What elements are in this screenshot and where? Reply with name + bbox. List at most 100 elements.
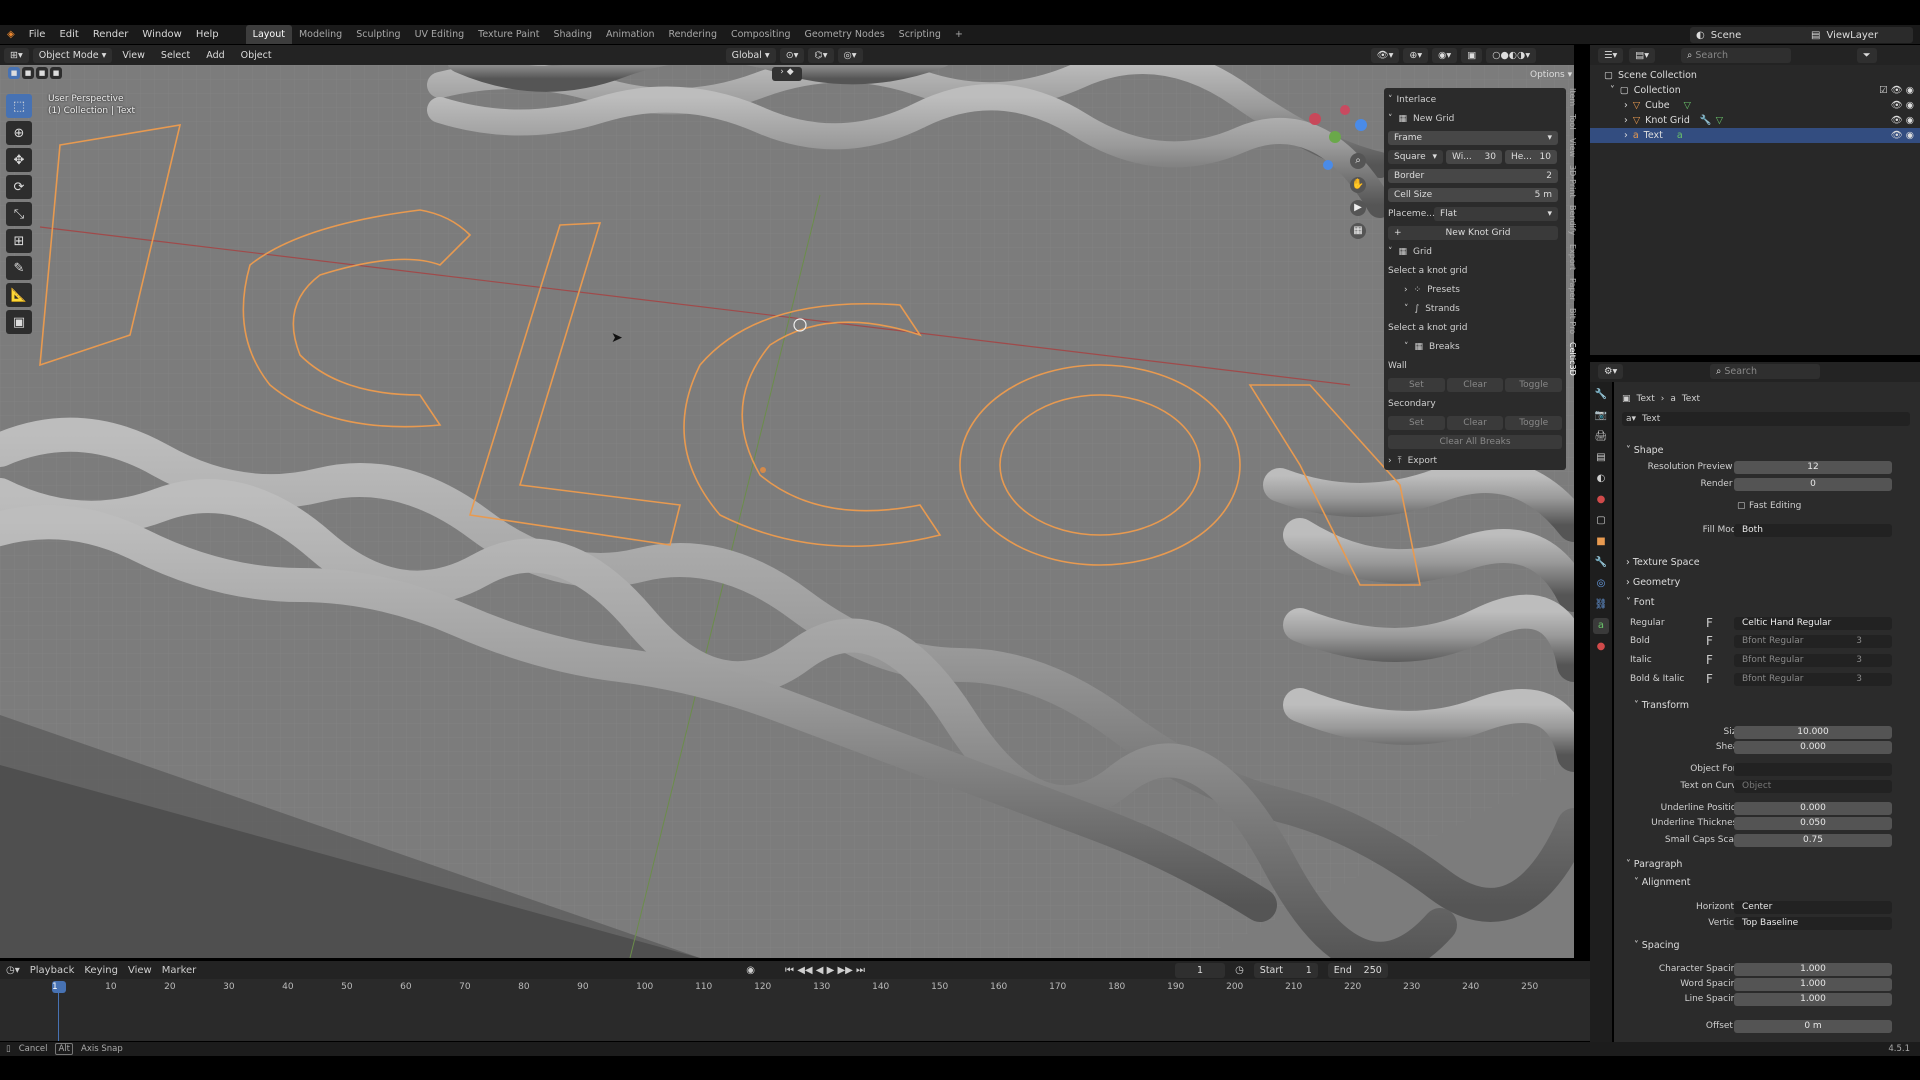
tab-scripting[interactable]: Scripting: [892, 25, 948, 44]
sidebar-tab-bendify[interactable]: Bendify: [1568, 205, 1577, 235]
stopwatch-icon[interactable]: ◷: [1235, 965, 1244, 976]
bold-font-field[interactable]: Bfont Regular 3: [1734, 634, 1892, 648]
proportional-edit-icon[interactable]: ◎▾: [837, 47, 863, 63]
text-visibility-icons[interactable]: 👁 ◉: [1891, 130, 1914, 141]
menu-view[interactable]: View: [116, 48, 151, 63]
sidebar-tab-export[interactable]: Export: [1568, 244, 1577, 270]
menu-marker[interactable]: Marker: [162, 965, 197, 976]
outliner-item-cube[interactable]: › ▽ Cube ▽ 👁 ◉: [1590, 98, 1920, 113]
italic-font-field[interactable]: Bfont Regular 3: [1734, 653, 1892, 667]
add-workspace-icon[interactable]: +: [948, 25, 970, 44]
tab-animation[interactable]: Animation: [599, 25, 661, 44]
shape-dropdown[interactable]: Square ▾: [1388, 150, 1443, 164]
cursor-icon[interactable]: ⊕: [6, 121, 32, 145]
properties-search[interactable]: ⌕ Search: [1710, 364, 1820, 379]
width-field[interactable]: Wi... 30: [1446, 150, 1502, 164]
section-shape[interactable]: ˅ Shape: [1626, 445, 1664, 456]
tab-shading[interactable]: Shading: [546, 25, 599, 44]
outliner-collection[interactable]: ˅ ▢ Collection ☑ 👁 ◉: [1590, 83, 1920, 98]
wall-clear-button[interactable]: Clear: [1446, 378, 1504, 392]
offset-x-field[interactable]: 0 m: [1734, 1019, 1892, 1033]
sidebar-tab-celtic3d[interactable]: Celtic3D: [1568, 342, 1577, 376]
regular-font-field[interactable]: Celtic Hand Regular: [1734, 616, 1892, 630]
playback-controls-icon[interactable]: ⏮ ◀◀ ◀ ▶ ▶▶ ⏭: [785, 965, 865, 976]
annotate-icon[interactable]: ✎: [6, 256, 32, 280]
select-invert-icon[interactable]: ■: [50, 67, 62, 79]
tab-compositing[interactable]: Compositing: [724, 25, 798, 44]
menu-timeline-view[interactable]: View: [128, 965, 152, 976]
scene-tab-icon[interactable]: ◐: [1593, 471, 1609, 487]
select-new-icon[interactable]: ■: [8, 67, 20, 79]
placement-dropdown[interactable]: Flat ▾: [1434, 207, 1558, 221]
presets-section[interactable]: › ⁘ Presets: [1388, 281, 1562, 299]
measure-icon[interactable]: 📐: [6, 283, 32, 307]
material-tab-icon[interactable]: ●: [1593, 639, 1609, 655]
tool-tab-icon[interactable]: 🔧: [1593, 387, 1609, 403]
move-icon[interactable]: ✥: [6, 148, 32, 172]
height-field[interactable]: He... 10: [1505, 150, 1557, 164]
section-font[interactable]: ˅ Font: [1626, 597, 1654, 608]
display-mode-icon[interactable]: ▤▾: [1629, 47, 1656, 63]
secondary-set-button[interactable]: Set: [1388, 416, 1445, 430]
char-spacing-field[interactable]: 1.000: [1734, 962, 1892, 976]
pan-icon[interactable]: ✋: [1350, 177, 1366, 193]
vertical-dropdown[interactable]: Top Baseline: [1734, 916, 1892, 930]
rotate-icon[interactable]: ⟳: [6, 175, 32, 199]
filter-icon[interactable]: ⏷: [1857, 47, 1877, 63]
collection-visibility-icons[interactable]: ☑ 👁 ◉: [1879, 85, 1914, 96]
sidebar-tab-item[interactable]: Item: [1568, 88, 1577, 106]
export-section[interactable]: › ⤒ Export: [1388, 452, 1562, 470]
zoom-icon[interactable]: ⌕: [1350, 153, 1366, 169]
visibility-icon[interactable]: 👁▾: [1370, 47, 1400, 63]
horizontal-dropdown[interactable]: Center: [1734, 900, 1892, 914]
camera-view-icon[interactable]: ▶: [1350, 200, 1366, 216]
cube-visibility-icons[interactable]: 👁 ◉: [1891, 100, 1914, 111]
fast-editing-checkbox[interactable]: ▢: [1737, 501, 1746, 511]
physics-tab-icon[interactable]: ◎: [1593, 576, 1609, 592]
pivot-icon[interactable]: ⊙▾: [779, 47, 805, 63]
3d-viewport[interactable]: ⌕ ✋ ▶ ▦ ➤: [0, 65, 1574, 958]
outliner-search[interactable]: ⌕ Search: [1681, 47, 1792, 63]
border-field[interactable]: Border 2: [1388, 169, 1558, 183]
select-box-icon[interactable]: ⬚: [6, 94, 32, 118]
collapsed-header-tool[interactable]: › ◆: [772, 67, 802, 81]
xray-icon[interactable]: ▣: [1461, 47, 1483, 63]
sidebar-tab-bit-pro[interactable]: Bit Pro: [1568, 308, 1577, 334]
sidebar-tab-paper[interactable]: Paper: [1568, 278, 1577, 301]
object-font-field[interactable]: [1734, 762, 1892, 776]
new-grid-row[interactable]: ˅ ▦ New Grid: [1388, 110, 1562, 128]
tab-texture-paint[interactable]: Texture Paint: [471, 25, 546, 44]
section-geometry[interactable]: › Geometry: [1626, 577, 1680, 588]
outliner-scene-collection[interactable]: ▢ Scene Collection: [1590, 68, 1920, 83]
tab-modeling[interactable]: Modeling: [292, 25, 349, 44]
bold-italic-font-field[interactable]: Bfont Regular 3: [1734, 672, 1892, 686]
modifier-tab-icon[interactable]: 🔧: [1593, 555, 1609, 571]
new-knot-grid-button[interactable]: + New Knot Grid: [1388, 226, 1558, 240]
select-subtract-icon[interactable]: ■: [36, 67, 48, 79]
ortho-toggle-icon[interactable]: ▦: [1350, 223, 1366, 239]
collection-tab-icon[interactable]: ▢: [1593, 513, 1609, 529]
tab-layout[interactable]: Layout: [245, 25, 292, 44]
timeline-editor-type[interactable]: ◷▾: [6, 965, 20, 976]
constraint-tab-icon[interactable]: ⛓: [1593, 597, 1609, 613]
orientation-selector[interactable]: Global ▾: [725, 47, 776, 63]
data-tab-icon[interactable]: a: [1593, 618, 1609, 634]
small-caps-field[interactable]: 0.75: [1734, 833, 1892, 847]
add-cube-icon[interactable]: ▣: [6, 310, 32, 334]
render-u-field[interactable]: 0: [1734, 477, 1892, 491]
properties-editor-type[interactable]: ⚙▾: [1598, 364, 1624, 379]
render-tab-icon[interactable]: 📷: [1593, 408, 1609, 424]
record-icon[interactable]: ◉: [746, 965, 755, 976]
section-paragraph[interactable]: ˅ Paragraph: [1626, 859, 1682, 870]
outliner-editor-type[interactable]: ☰▾: [1598, 47, 1624, 63]
mode-selector[interactable]: Object Mode ▾: [32, 47, 113, 63]
section-texture-space[interactable]: › Texture Space: [1626, 557, 1700, 568]
scale-icon[interactable]: ⤡: [6, 202, 32, 226]
underline-position-field[interactable]: 0.000: [1734, 801, 1892, 815]
wall-toggle-button[interactable]: Toggle: [1505, 378, 1563, 392]
current-frame-field[interactable]: 1: [1175, 962, 1226, 978]
object-tab-icon[interactable]: ■: [1593, 534, 1609, 550]
outliner-item-knot-grid[interactable]: › ▽ Knot Grid 🔧 ▽ 👁 ◉: [1590, 113, 1920, 128]
blender-logo-icon[interactable]: ◈: [0, 25, 22, 44]
fill-mode-dropdown[interactable]: Both: [1734, 523, 1892, 537]
